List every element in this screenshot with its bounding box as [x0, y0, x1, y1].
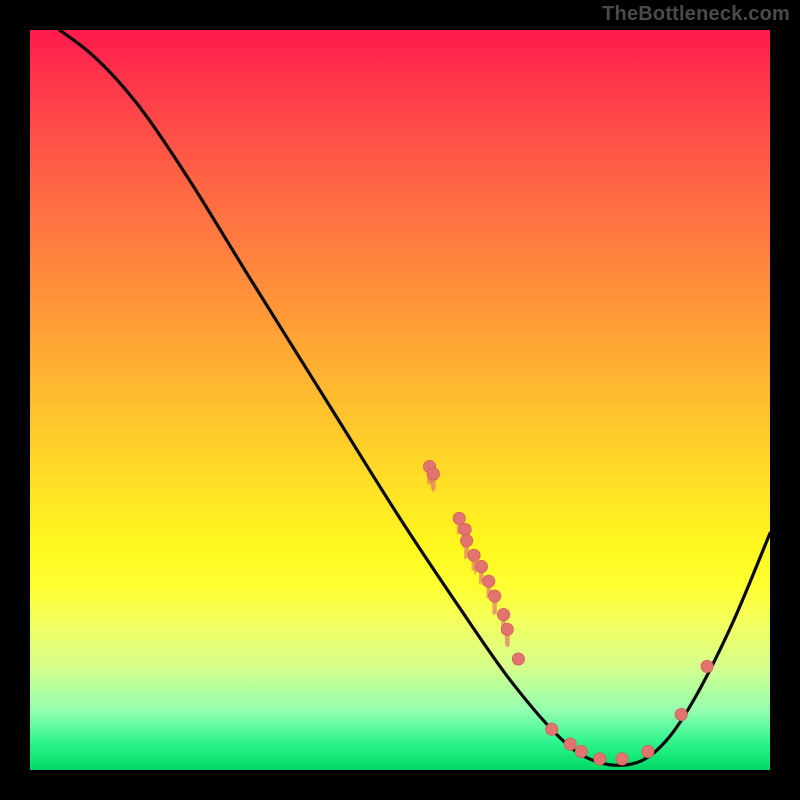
data-point: [475, 560, 487, 572]
data-point: [427, 468, 439, 480]
data-point: [489, 590, 501, 602]
data-point: [616, 753, 628, 765]
data-point: [642, 745, 654, 757]
data-point: [497, 608, 509, 620]
data-point: [512, 653, 524, 665]
data-point: [546, 723, 558, 735]
bottleneck-curve: [30, 30, 770, 770]
data-point: [501, 623, 513, 635]
plot-area: [30, 30, 770, 770]
data-point: [468, 549, 480, 561]
data-point: [564, 738, 576, 750]
data-point: [483, 575, 495, 587]
data-point: [453, 512, 465, 524]
data-point: [459, 523, 471, 535]
data-point: [701, 660, 713, 672]
data-point: [594, 753, 606, 765]
watermark-text: TheBottleneck.com: [602, 3, 790, 26]
chart-root: TheBottleneck.com: [0, 0, 800, 800]
data-point: [460, 534, 472, 546]
data-point: [675, 708, 687, 720]
bottleneck-line: [60, 30, 770, 765]
data-point: [575, 745, 587, 757]
